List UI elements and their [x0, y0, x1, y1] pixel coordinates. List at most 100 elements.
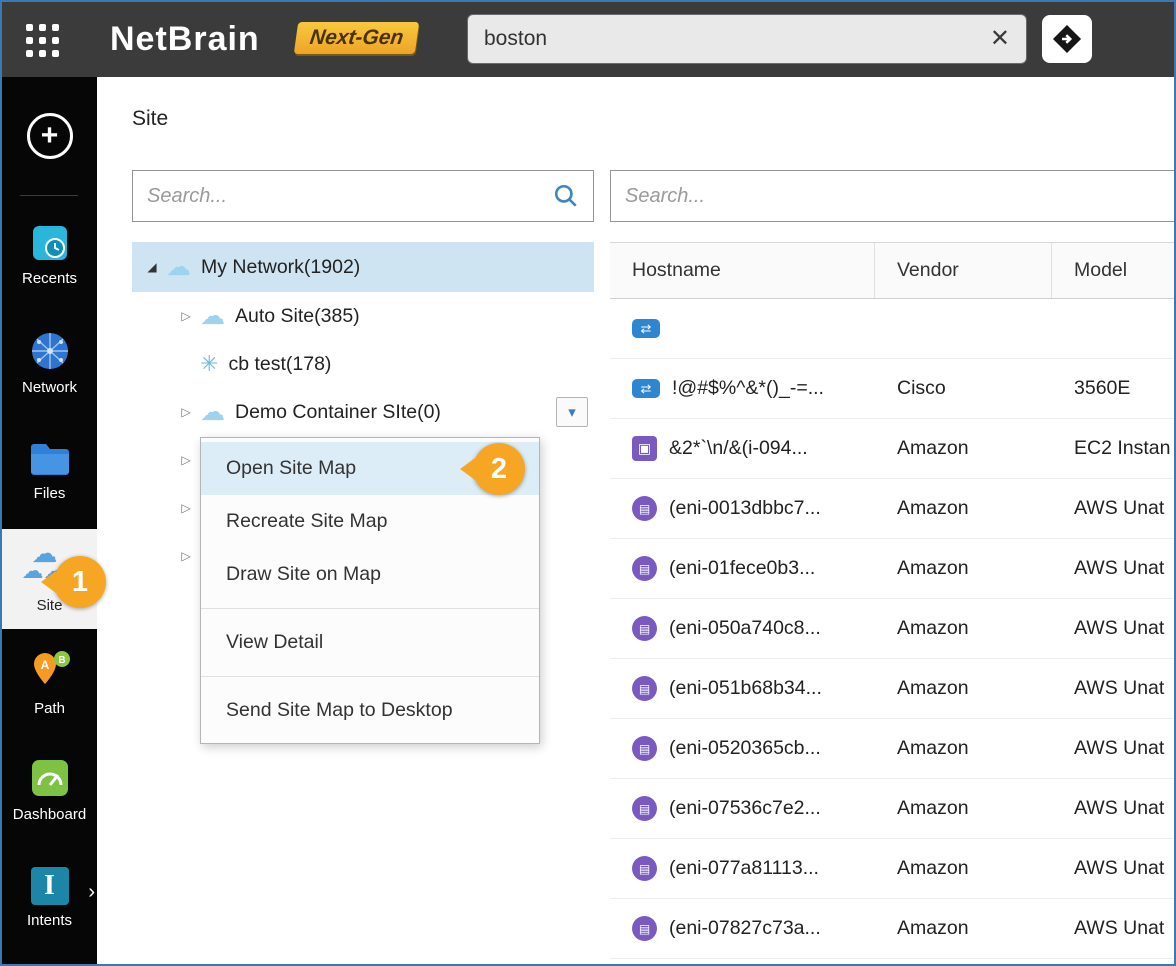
network-globe-icon	[29, 330, 71, 372]
device-table-search-box[interactable]	[610, 170, 1175, 222]
cloud-icon: ☁	[200, 304, 225, 329]
tree-item-demo-container-site[interactable]: ☁ Demo Container SIte(0) ▾	[132, 388, 594, 436]
table-row[interactable]: (eni-050a740c8... Amazon AWS Unat	[610, 599, 1174, 659]
model-cell: EC2 Instan	[1052, 419, 1174, 478]
sidebar-item-path[interactable]: A B Path	[2, 649, 97, 717]
vendor-cell: Amazon	[875, 779, 1052, 838]
table-row[interactable]	[610, 299, 1174, 359]
model-cell: AWS Unat	[1052, 719, 1174, 778]
tree-item-my-network[interactable]: ☁ My Network(1902)	[132, 242, 594, 292]
expander-open-icon[interactable]	[142, 260, 162, 274]
model-cell: AWS Unat	[1052, 899, 1174, 958]
hostname-cell: (eni-07827c73a...	[669, 917, 821, 940]
switch-device-icon	[632, 319, 660, 338]
table-row[interactable]: (eni-01fece0b3... Amazon AWS Unat	[610, 539, 1174, 599]
vendor-cell	[875, 299, 1052, 358]
table-row[interactable]: (eni-0013dbbc7... Amazon AWS Unat	[610, 479, 1174, 539]
table-row[interactable]: &2*`\n/&(i-094... Amazon EC2 Instan	[610, 419, 1174, 479]
menu-item-draw-site-on-map[interactable]: Draw Site on Map	[201, 548, 539, 601]
cloud-icon: ☁	[200, 400, 225, 425]
eni-interface-icon	[632, 796, 657, 821]
column-header-model[interactable]: Model	[1052, 243, 1174, 298]
hostname-cell: (eni-051b68b34...	[669, 677, 822, 700]
table-row[interactable]: (eni-0520365cb... Amazon AWS Unat	[610, 719, 1174, 779]
global-search-input[interactable]	[484, 27, 990, 51]
column-header-vendor[interactable]: Vendor	[875, 243, 1052, 298]
sidebar-item-label: Path	[34, 700, 65, 717]
sidebar-item-label: Dashboard	[13, 806, 86, 823]
hostname-cell: (eni-0520365cb...	[669, 737, 821, 760]
site-tree-search-input[interactable]	[147, 185, 553, 208]
table-row[interactable]: (eni-07536c7e2... Amazon AWS Unat	[610, 779, 1174, 839]
vendor-cell: Amazon	[875, 899, 1052, 958]
nextgen-badge: Next-Gen	[294, 22, 420, 54]
global-search-box[interactable]: ✕	[467, 14, 1027, 64]
top-bar: NetBrain Next-Gen ✕	[2, 2, 1174, 77]
tree-item-label: Demo Container SIte(0)	[235, 401, 441, 424]
site-tree-search-box[interactable]	[132, 170, 594, 222]
vendor-cell: Amazon	[875, 599, 1052, 658]
page-title: Site	[132, 107, 168, 131]
menu-divider	[201, 608, 539, 609]
model-cell: AWS Unat	[1052, 659, 1174, 718]
device-table-search-input[interactable]	[625, 185, 1160, 208]
menu-item-send-site-map-to-desktop[interactable]: Send Site Map to Desktop	[201, 684, 539, 737]
sidebar-item-recents[interactable]: Recents	[2, 223, 97, 287]
menu-item-view-detail[interactable]: View Detail	[201, 616, 539, 669]
netbrain-logo: NetBrain	[110, 20, 260, 59]
svg-text:A: A	[40, 658, 49, 672]
menu-divider	[201, 676, 539, 677]
clear-search-icon[interactable]: ✕	[990, 27, 1010, 51]
vendor-cell: Amazon	[875, 419, 1052, 478]
svg-text:B: B	[58, 655, 65, 666]
tree-item-label: My Network(1902)	[201, 256, 360, 279]
menu-item-recreate-site-map[interactable]: Recreate Site Map	[201, 495, 539, 548]
vendor-cell: Amazon	[875, 719, 1052, 778]
table-row[interactable]: (eni-051b68b34... Amazon AWS Unat	[610, 659, 1174, 719]
table-header: Hostname Vendor Model	[610, 243, 1174, 299]
model-cell: 3560E	[1052, 359, 1174, 418]
ec2-instance-icon	[632, 436, 657, 461]
expander-closed-icon[interactable]	[176, 309, 196, 323]
sidebar-item-dashboard[interactable]: Dashboard	[2, 757, 97, 823]
sidebar-item-label: Intents	[27, 912, 72, 929]
sidebar-item-intents[interactable]: I Intents ›	[2, 867, 97, 929]
table-row[interactable]: !@#$%^&*()_-=... Cisco 3560E	[610, 359, 1174, 419]
callout-step-2: 2	[473, 443, 525, 495]
tree-item-label: Auto Site(385)	[235, 305, 360, 328]
expander-closed-icon[interactable]	[176, 405, 196, 419]
hostname-cell: (eni-01fece0b3...	[669, 557, 815, 580]
sidebar-item-network[interactable]: Network	[2, 330, 97, 396]
eni-interface-icon	[632, 856, 657, 881]
expander-closed-icon[interactable]	[176, 453, 196, 467]
folder-icon	[28, 440, 72, 478]
vendor-cell: Amazon	[875, 539, 1052, 598]
add-button[interactable]: +	[2, 113, 97, 159]
table-row[interactable]: (eni-077a81113... Amazon AWS Unat	[610, 839, 1174, 899]
dashboard-gauge-icon	[29, 757, 71, 799]
expander-closed-icon[interactable]	[176, 501, 196, 515]
sidebar-item-label: Files	[34, 485, 66, 502]
sidebar-item-label: Network	[22, 379, 77, 396]
hostname-cell: (eni-077a81113...	[669, 857, 819, 880]
hostname-cell: (eni-050a740c8...	[669, 617, 821, 640]
hostname-cell: (eni-0013dbbc7...	[669, 497, 821, 520]
chevron-right-icon[interactable]: ›	[88, 881, 95, 904]
eni-interface-icon	[632, 616, 657, 641]
tree-item-auto-site[interactable]: ☁ Auto Site(385)	[132, 292, 594, 340]
vendor-cell: Amazon	[875, 479, 1052, 538]
tree-item-cb-test[interactable]: ✳ cb test(178)	[132, 340, 594, 388]
netbrain-app: NetBrain Next-Gen ✕ + Recents	[0, 0, 1176, 966]
model-cell: AWS Unat	[1052, 839, 1174, 898]
column-header-hostname[interactable]: Hostname	[610, 243, 875, 298]
model-cell: AWS Unat	[1052, 599, 1174, 658]
diamond-arrow-icon	[1050, 22, 1084, 56]
eni-interface-icon	[632, 736, 657, 761]
sidebar-item-files[interactable]: Files	[2, 440, 97, 502]
site-dropdown-button[interactable]: ▾	[556, 397, 588, 427]
plus-icon: +	[27, 113, 73, 159]
table-row[interactable]: (eni-07827c73a... Amazon AWS Unat	[610, 899, 1174, 959]
apps-grid-icon[interactable]	[26, 24, 60, 58]
intents-icon: I	[31, 867, 69, 905]
quick-action-button[interactable]	[1042, 15, 1092, 63]
